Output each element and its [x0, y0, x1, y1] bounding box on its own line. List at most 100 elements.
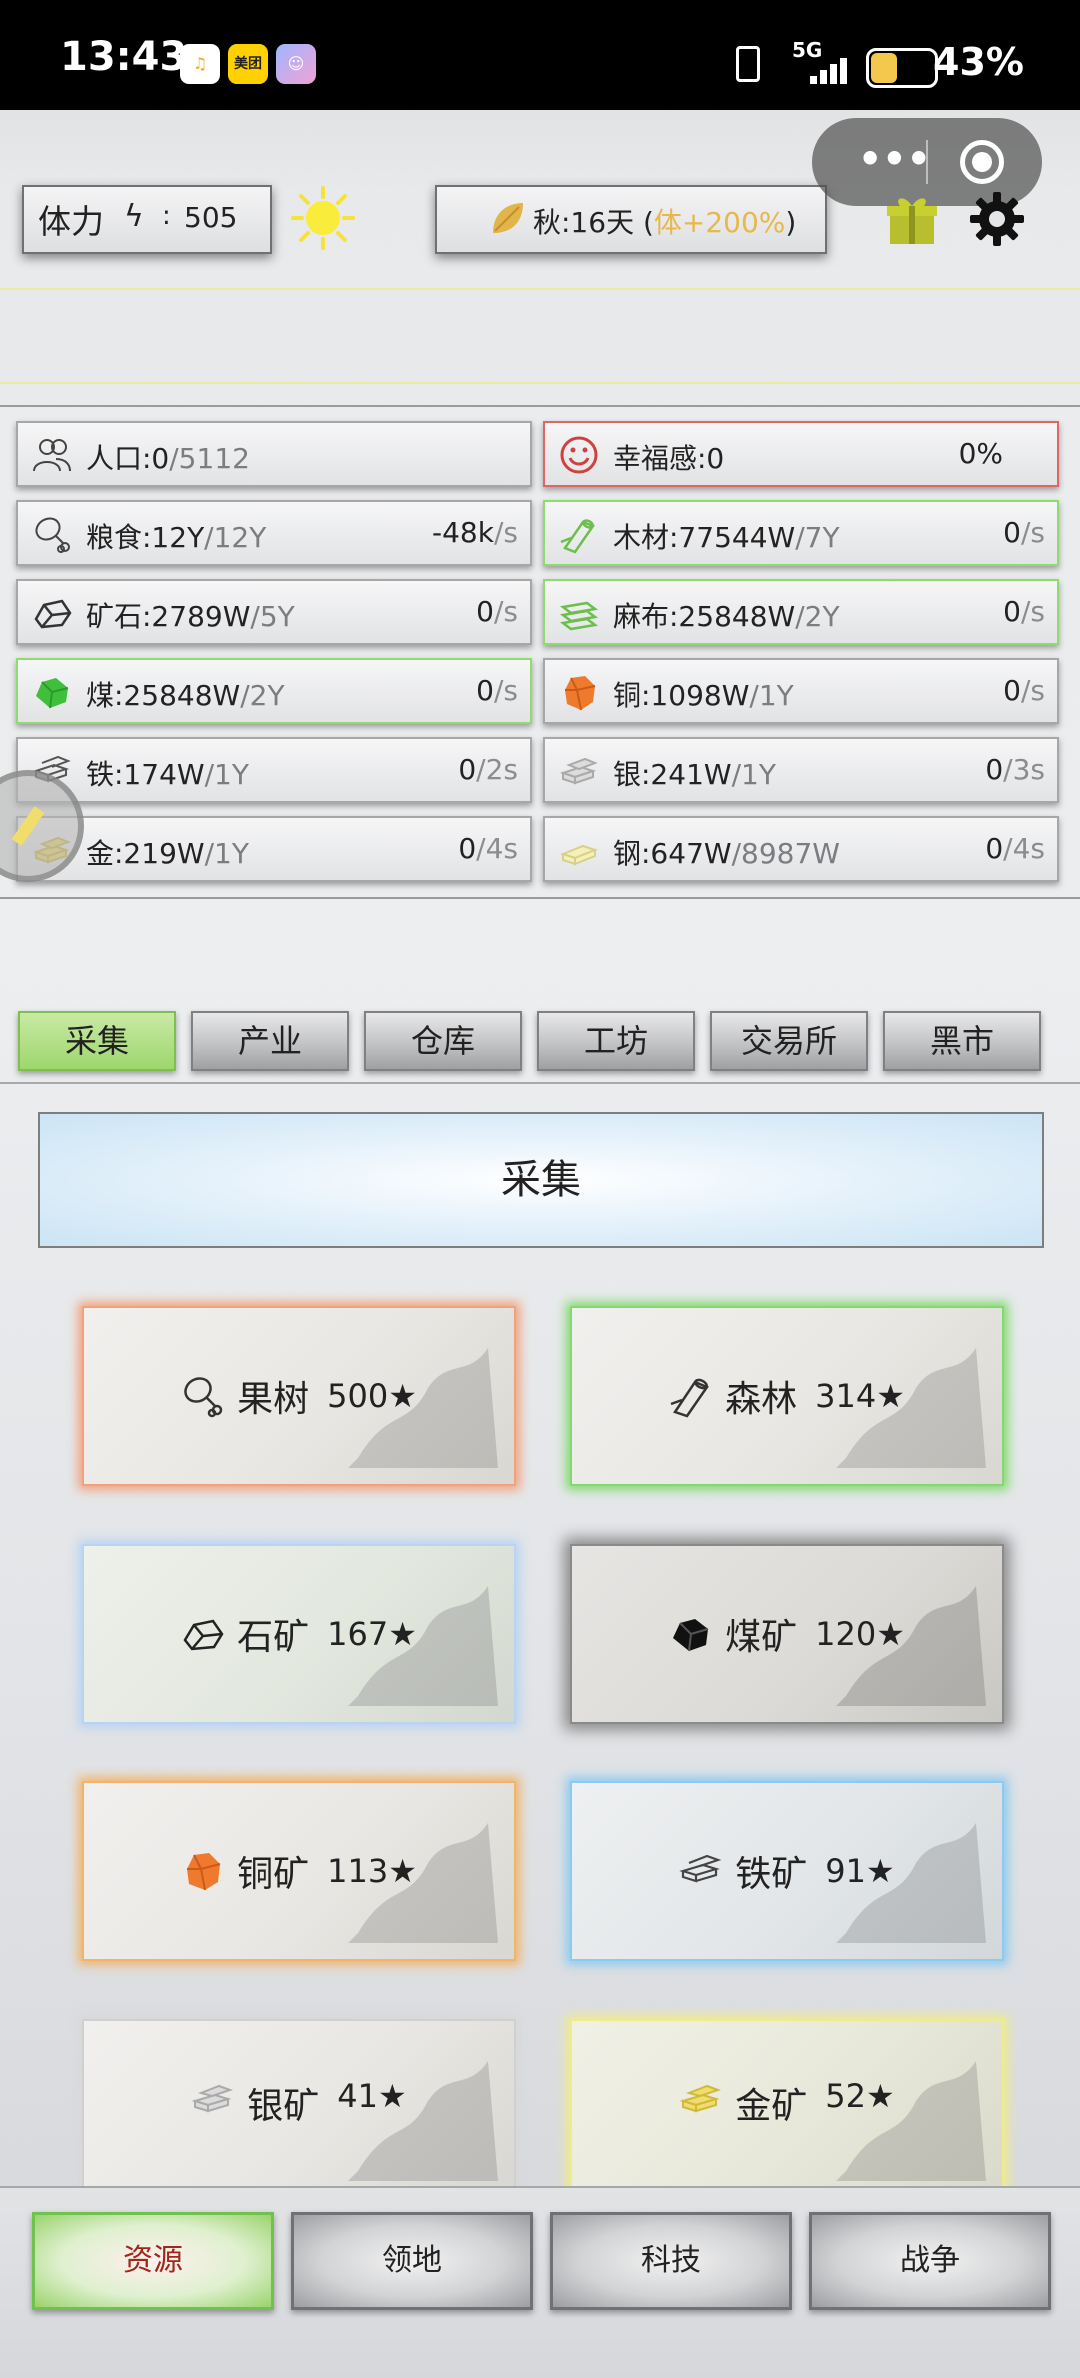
card-level: 113★ — [327, 1852, 417, 1890]
gather-card-iron-mine[interactable]: 铁矿 91★ — [570, 1781, 1004, 1961]
gift-icon[interactable] — [884, 192, 940, 248]
tab-divider — [0, 1082, 1080, 1084]
resource-name: 木材:77544W — [613, 521, 796, 554]
stamina-value: 505 — [184, 201, 238, 234]
resource-cap: /1Y — [749, 679, 794, 712]
battery-percent: 43% — [933, 40, 1024, 84]
card-name: 铁矿 — [735, 1854, 808, 1895]
resource-name: 煤:25848W — [86, 679, 241, 712]
resource-unit: /4s — [476, 832, 518, 865]
card-level: 91★ — [825, 1852, 895, 1890]
resource-rate: 0 — [458, 832, 477, 865]
resource-rate: 0 — [1003, 595, 1021, 628]
resource-cap: /7Y — [795, 521, 840, 554]
sun-icon — [291, 186, 355, 250]
resource-unit: /3s — [1003, 753, 1045, 786]
signal-icon — [800, 58, 850, 84]
resource-name: 钢:647W — [613, 837, 732, 870]
resource-rate: 0 — [476, 595, 494, 628]
resource-unit: /s — [493, 674, 518, 707]
stone-icon — [183, 1619, 224, 1651]
tab-exchange[interactable]: 交易所 — [710, 1011, 868, 1071]
tab-blackmarket[interactable]: 黑市 — [883, 1011, 1041, 1071]
resource-food[interactable]: 粮食:12Y/12Y -48k/s — [16, 500, 532, 566]
resource-iron[interactable]: 铁:174W/1Y 0/2s — [16, 737, 532, 803]
nav-technology[interactable]: 科技 — [550, 2212, 792, 2310]
wood-icon — [670, 1378, 710, 1418]
copper-icon — [187, 1853, 221, 1891]
gather-card-stone-mine[interactable]: 石矿 167★ — [82, 1544, 516, 1724]
resource-cloth[interactable]: 麻布:25848W/2Y 0/s — [543, 579, 1059, 645]
gather-card-copper-mine[interactable]: 铜矿 113★ — [82, 1781, 516, 1961]
nav-war[interactable]: 战争 — [809, 2212, 1051, 2310]
resource-panel: 人口:0/5112 幸福感:0 0% 粮食:12Y/12Y -48k/s 木材:… — [0, 405, 1080, 899]
resource-copper[interactable]: 铜:1098W/1Y 0/s — [543, 658, 1059, 724]
card-name: 森林 — [725, 1379, 798, 1420]
stamina-label: 体力 — [38, 202, 104, 241]
card-level: 167★ — [327, 1615, 417, 1653]
assistant-app-icon: ☺ — [276, 44, 316, 84]
music-app-icon: ♫ — [180, 44, 220, 84]
meat-icon — [184, 1377, 223, 1418]
coal-icon — [673, 1619, 709, 1652]
resource-silver[interactable]: 银:241W/1Y 0/3s — [543, 737, 1059, 803]
resource-rate: 0 — [458, 753, 477, 786]
stamina-box[interactable]: 体力 ϟ : 505 — [22, 185, 272, 254]
resource-population[interactable]: 人口:0/5112 — [16, 421, 532, 487]
card-level: 41★ — [337, 2077, 407, 2115]
gather-card-forest[interactable]: 森林 314★ — [570, 1306, 1004, 1486]
settings-gear-icon[interactable] — [968, 190, 1026, 248]
capsule-divider — [926, 140, 928, 184]
season-close: ) — [785, 206, 797, 239]
section-title: 采集 — [38, 1112, 1044, 1248]
leaf-icon — [493, 203, 523, 233]
status-bar: 13:43 ♫ 美团 ☺ 5G 43% — [0, 0, 1080, 110]
resource-ore[interactable]: 矿石:2789W/5Y 0/s — [16, 579, 532, 645]
smile-icon — [560, 436, 598, 474]
gold-icon — [679, 2084, 722, 2113]
gather-card-silver-mine[interactable]: 银矿 41★ — [82, 2019, 516, 2191]
close-miniprogram-icon[interactable] — [960, 140, 1004, 184]
resource-unit: /s — [1020, 595, 1045, 628]
gather-card-coal-mine[interactable]: 煤矿 120★ — [570, 1544, 1004, 1724]
meat-icon — [35, 517, 70, 553]
stamina-colon: : — [162, 201, 171, 231]
resource-gold[interactable]: 金:219W/1Y 0/4s — [16, 816, 532, 882]
silver-icon — [559, 757, 598, 785]
card-level: 120★ — [815, 1615, 905, 1653]
nav-resources[interactable]: 资源 — [32, 2212, 274, 2310]
card-name: 银矿 — [247, 2086, 320, 2127]
card-level: 500★ — [327, 1377, 417, 1415]
resource-name: 铜:1098W — [613, 679, 750, 712]
resource-wood[interactable]: 木材:77544W/7Y 0/s — [543, 500, 1059, 566]
tab-industry[interactable]: 产业 — [191, 1011, 349, 1071]
lightning-icon: ϟ — [124, 199, 144, 234]
season-text: 秋:16天 ( — [533, 206, 654, 239]
resource-steel[interactable]: 钢:647W/8987W 0/4s — [543, 816, 1059, 882]
resource-rate: 0 — [1003, 674, 1021, 707]
gather-card-gold-mine[interactable]: 金矿 52★ — [570, 2019, 1004, 2191]
resource-unit: /2s — [476, 753, 518, 786]
resource-cap: /2Y — [795, 600, 840, 633]
stone-icon — [34, 599, 72, 629]
vibrate-icon — [736, 46, 760, 82]
more-menu-icon[interactable]: ••• — [858, 140, 931, 178]
resource-coal[interactable]: 煤:25848W/2Y 0/s — [16, 658, 532, 724]
tab-warehouse[interactable]: 仓库 — [364, 1011, 522, 1071]
resource-rate: 0 — [985, 753, 1004, 786]
resource-name: 麻布:25848W — [613, 600, 796, 633]
battery-level — [871, 53, 897, 83]
season-bonus: 体+200% — [653, 206, 786, 239]
wood-icon — [560, 519, 595, 554]
season-box[interactable]: 秋:16天 (体+200%) — [435, 185, 827, 254]
tab-gather[interactable]: 采集 — [18, 1011, 176, 1071]
season-label: 秋:16天 (体+200%) — [533, 201, 796, 241]
nav-territory[interactable]: 领地 — [291, 2212, 533, 2310]
silver-icon — [191, 2084, 234, 2113]
tab-workshop[interactable]: 工坊 — [537, 1011, 695, 1071]
gather-card-fruit-tree[interactable]: 果树 500★ — [82, 1306, 516, 1486]
resource-rate: 0 — [476, 674, 494, 707]
resource-name: 粮食:12Y — [86, 521, 205, 554]
meituan-app-icon: 美团 — [228, 44, 268, 84]
resource-happiness[interactable]: 幸福感:0 0% — [543, 421, 1059, 487]
